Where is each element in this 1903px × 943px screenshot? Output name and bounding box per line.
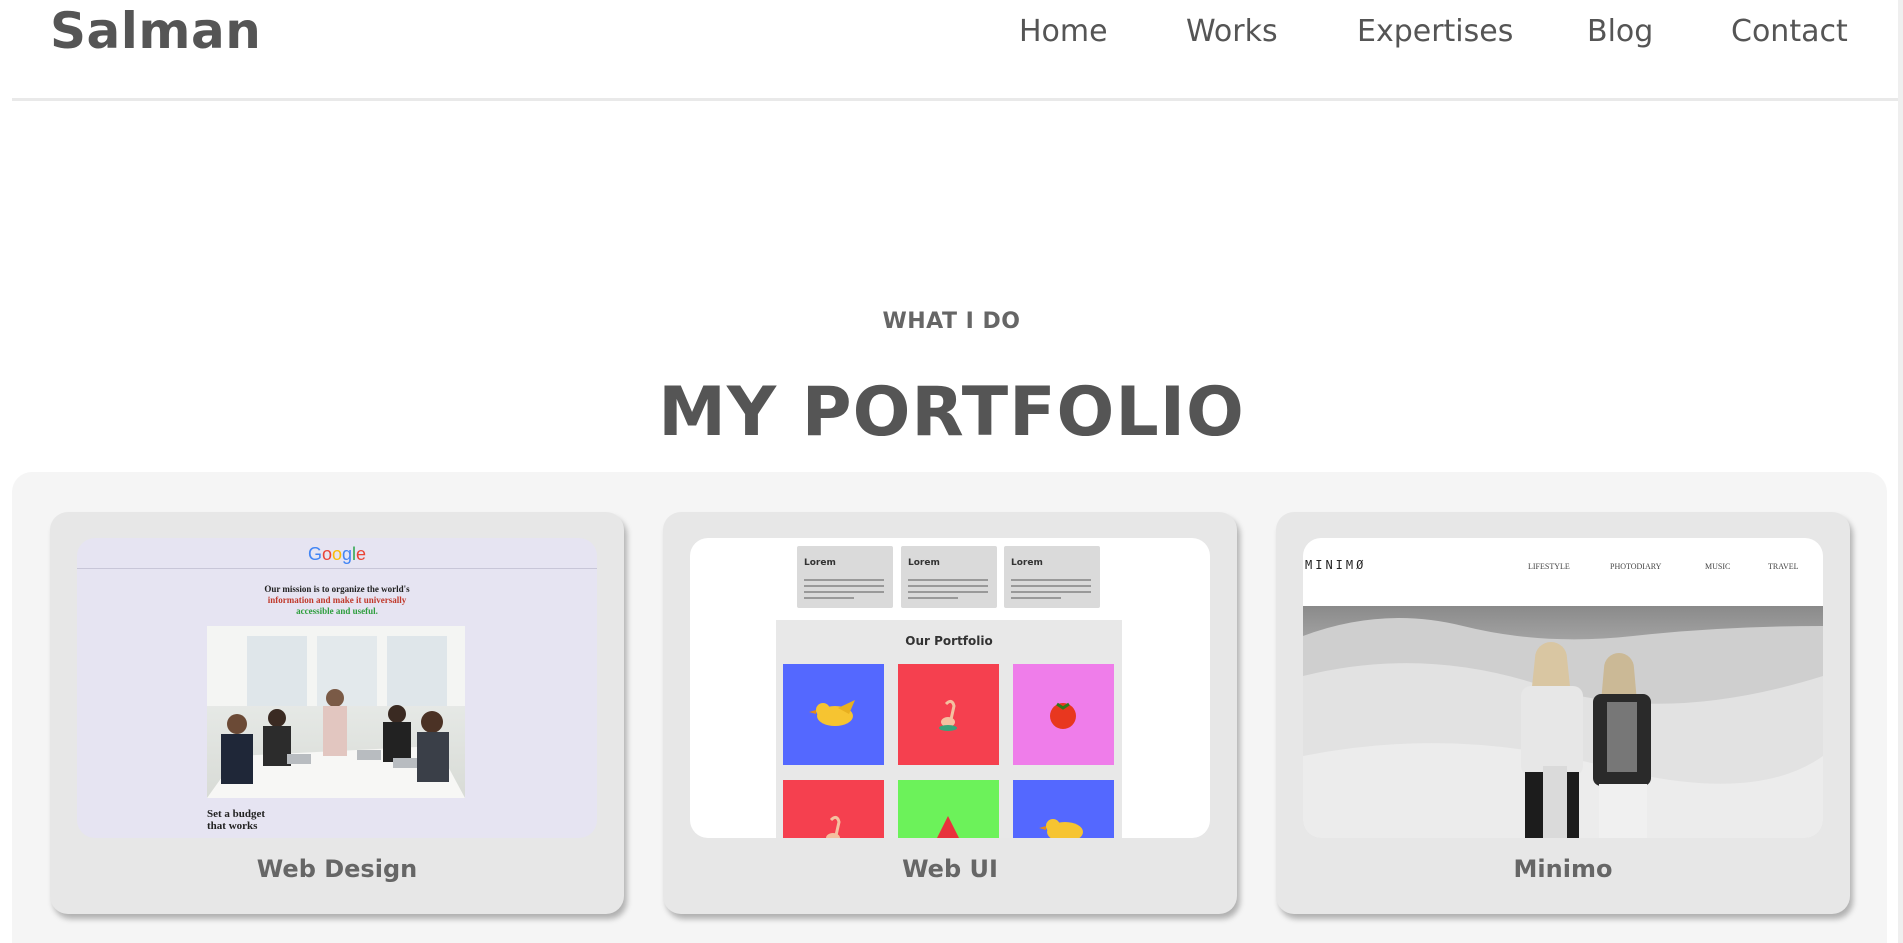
main-nav: Home Works Expertises Blog Contact <box>12 14 1898 54</box>
minimo-nav-item: TRAVEL <box>1768 562 1799 571</box>
portfolio-card-web-design[interactable]: Google Our mission is to organize the wo… <box>50 512 624 914</box>
section-title: MY PORTFOLIO <box>658 373 1245 452</box>
tile-tomato <box>1013 664 1114 765</box>
mini-portfolio-title: Our Portfolio <box>905 634 993 648</box>
google-logo: Google <box>307 544 367 564</box>
card-label-web-ui: Web UI <box>902 855 998 883</box>
lorem-card: Lorem <box>1004 546 1100 608</box>
card-label-web-design: Web Design <box>256 855 418 883</box>
nav-expertises[interactable]: Expertises <box>1357 14 1513 49</box>
minimo-nav-item: LIFESTYLE <box>1528 562 1570 571</box>
minimo-brand: MINIMØ <box>1305 558 1367 572</box>
nav-home[interactable]: Home <box>1019 14 1108 49</box>
card-label-minimo: Minimo <box>1513 855 1613 883</box>
minimo-thumbnail: MINIMØ LIFESTYLE PHOTODIARY MUSIC TRAVEL <box>1303 538 1823 838</box>
portfolio-card-web-ui[interactable]: Lorem Lorem Lorem Our Portfolio Web UI <box>663 512 1237 914</box>
thumb-divider <box>77 568 597 569</box>
tile-bird <box>1013 780 1114 838</box>
tile-bird <box>783 664 884 765</box>
minimo-nav-item: PHOTODIARY <box>1610 562 1662 571</box>
mission-text: Our mission is to organize the world's i… <box>264 584 410 616</box>
portfolio-card-minimo[interactable]: MINIMØ LIFESTYLE PHOTODIARY MUSIC TRAVEL <box>1276 512 1850 914</box>
tile-flamingo <box>898 664 999 765</box>
minimo-hero-photo <box>1303 606 1823 838</box>
lorem-card: Lorem <box>797 546 893 608</box>
budget-text: Set a budget that works <box>207 808 266 832</box>
lorem-card: Lorem <box>901 546 997 608</box>
minimo-nav-item: MUSIC <box>1705 562 1731 571</box>
tile-flamingo <box>783 780 884 838</box>
nav-works[interactable]: Works <box>1186 14 1278 49</box>
site-header: Salman Home Works Expertises Blog Contac… <box>12 0 1898 101</box>
web-ui-thumbnail: Lorem Lorem Lorem Our Portfolio <box>690 538 1210 838</box>
section-eyebrow: WHAT I DO <box>882 309 1021 334</box>
meeting-photo <box>207 626 465 798</box>
page-scrollbar[interactable] <box>1898 0 1903 943</box>
web-design-thumbnail: Google Our mission is to organize the wo… <box>77 538 597 838</box>
nav-blog[interactable]: Blog <box>1587 14 1653 49</box>
tile-watermelon <box>898 780 999 838</box>
mini-portfolio-panel: Our Portfolio <box>776 620 1122 838</box>
nav-contact[interactable]: Contact <box>1731 14 1848 49</box>
